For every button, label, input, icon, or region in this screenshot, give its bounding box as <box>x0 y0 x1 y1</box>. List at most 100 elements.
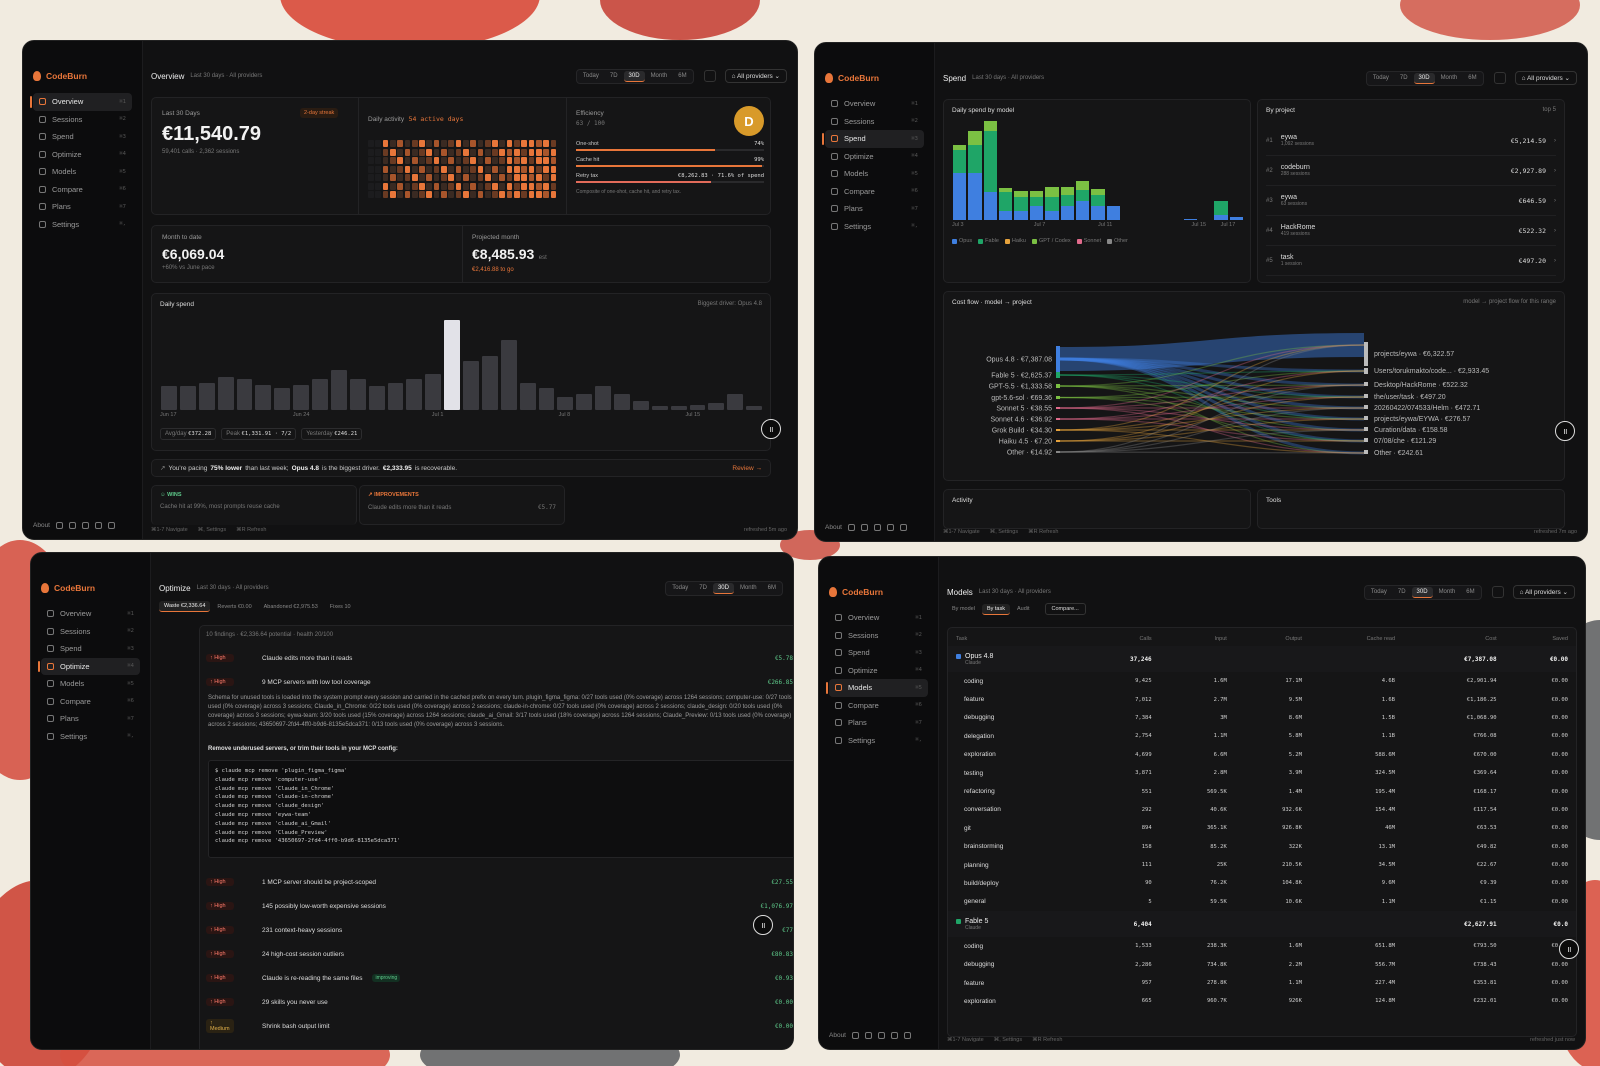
sidebar-item-settings[interactable]: Settings ⌘, <box>33 216 132 234</box>
stack-segment[interactable] <box>1214 201 1228 216</box>
flow-source-node[interactable] <box>1056 418 1060 420</box>
daily-bar[interactable] <box>727 393 744 410</box>
youtube-icon[interactable] <box>95 522 102 529</box>
finding-row[interactable]: ↑ High 29 skills you never use €0.00 <box>206 990 793 1014</box>
stack-segment[interactable] <box>968 144 982 173</box>
flow-target-node[interactable] <box>1364 416 1368 420</box>
finding-row[interactable]: ↑ Medium Shrink bash output limit €0.00 <box>206 1014 793 1038</box>
stack-segment[interactable] <box>999 210 1013 220</box>
stack-segment[interactable] <box>1029 190 1044 197</box>
calendar-icon[interactable] <box>1493 72 1506 84</box>
sidebar-item-sessions[interactable]: Sessions ⌘2 <box>41 623 140 641</box>
brand[interactable]: CodeBurn <box>829 587 928 597</box>
flow-source-node[interactable] <box>1056 372 1060 378</box>
sidebar-item-compare[interactable]: Compare ⌘6 <box>41 693 140 711</box>
about-link[interactable]: About <box>33 522 50 529</box>
sidebar-item-optimize[interactable]: Optimize ⌘4 <box>825 148 924 166</box>
flow-target-node[interactable] <box>1364 405 1368 409</box>
flow-source-node[interactable] <box>1056 407 1060 409</box>
model-group-row[interactable]: Opus 4.8 Claude 37,246 €7,387.08 €0.00 <box>948 646 1576 672</box>
flow-target-node[interactable] <box>1364 382 1368 386</box>
daily-bar[interactable] <box>179 385 196 410</box>
sidebar-item-sessions[interactable]: Sessions ⌘2 <box>829 627 928 645</box>
stack-segment[interactable] <box>1014 190 1028 197</box>
table-row[interactable]: build/deploy 90 76.2K 104.8K 9.6M €9.39 €0.00 <box>948 874 1576 892</box>
discord-icon[interactable] <box>865 1032 872 1039</box>
stack-segment[interactable] <box>1229 217 1243 220</box>
stack-segment[interactable] <box>1045 210 1059 220</box>
sidebar-item-spend[interactable]: Spend ⌘3 <box>829 644 928 662</box>
sidebar-item-optimize[interactable]: Optimize ⌘4 <box>829 662 928 680</box>
finding-row[interactable]: ↑ High 1 MCP server should be project-sco… <box>206 870 793 894</box>
optimize-tab[interactable]: Waste €2,336.64 <box>159 601 211 612</box>
github-icon[interactable] <box>848 524 855 531</box>
table-row[interactable]: coding 9,425 1.6M 17.1M 4.6B €2,901.94 €0.00 <box>948 672 1576 690</box>
linkedin-icon[interactable] <box>900 524 907 531</box>
stack-segment[interactable] <box>1091 194 1105 206</box>
youtube-icon[interactable] <box>887 524 894 531</box>
media-control-button[interactable]: ॥ <box>761 419 781 439</box>
sidebar-item-sessions[interactable]: Sessions ⌘2 <box>825 113 924 131</box>
daily-bar[interactable] <box>387 383 404 410</box>
table-row[interactable]: git 894 365.1K 926.8K 46M €63.53 €0.00 <box>948 819 1576 837</box>
range-month[interactable]: Month <box>1434 587 1461 598</box>
stack-segment[interactable] <box>1091 205 1105 220</box>
sidebar-item-models[interactable]: Models ⌘5 <box>826 679 928 697</box>
table-row[interactable]: planning 111 25K 210.5K 34.5M €22.67 €0.00 <box>948 856 1576 874</box>
daily-bar[interactable] <box>595 385 611 410</box>
column-header[interactable]: Saved <box>1505 628 1576 646</box>
project-row[interactable]: #1 eywa 1,092 sessions €5,214.59 › <box>1266 126 1556 156</box>
daily-bar[interactable] <box>198 383 215 410</box>
models-tab[interactable]: By model <box>947 604 980 614</box>
sidebar-item-models[interactable]: Models ⌘5 <box>41 675 140 693</box>
table-row[interactable]: testing 3,871 2.8M 3.9M 324.5M €369.64 €0.00 <box>948 764 1576 782</box>
finding-row[interactable]: ↑ High 231 context-heavy sessions €77 <box>206 918 793 942</box>
sidebar-item-models[interactable]: Models ⌘5 <box>825 165 924 183</box>
sidebar-item-settings[interactable]: Settings ⌘, <box>825 218 924 236</box>
table-row[interactable]: conversation 292 40.6K 932.6K 154.4M €117.54 €… <box>948 801 1576 819</box>
range-today[interactable]: Today <box>578 71 604 82</box>
stack-segment[interactable] <box>1045 187 1059 197</box>
sidebar-item-plans[interactable]: Plans ⌘7 <box>825 200 924 218</box>
finding-row[interactable]: ↑ High Claude edits more than it reads €5.… <box>206 646 793 670</box>
range-7d[interactable]: 7D <box>1393 587 1411 598</box>
column-header[interactable]: Input <box>1160 628 1235 646</box>
daily-bar[interactable] <box>293 384 309 410</box>
discord-icon[interactable] <box>69 522 76 529</box>
provider-select[interactable]: ⌂ All providers ⌄ <box>724 69 787 83</box>
range-6m[interactable]: 6M <box>673 71 691 82</box>
table-row[interactable]: brainstorming 158 85.2K 322K 13.1M €49.82 €0.0… <box>948 838 1576 856</box>
range-7d[interactable]: 7D <box>694 583 712 594</box>
table-row[interactable]: refactoring 551 569.5K 1.4M 195.4M €168.17 €0.… <box>948 782 1576 800</box>
flow-target-node[interactable] <box>1364 427 1368 431</box>
sidebar-item-compare[interactable]: Compare ⌘6 <box>829 697 928 715</box>
range-30d[interactable]: 30D <box>1411 586 1433 598</box>
stack-segment[interactable] <box>1214 215 1228 220</box>
daily-bar[interactable] <box>349 378 366 410</box>
stack-segment[interactable] <box>1029 196 1044 206</box>
flow-target-node[interactable] <box>1364 342 1368 366</box>
column-header[interactable]: Task <box>948 628 1081 646</box>
daily-bar[interactable] <box>444 320 460 410</box>
about-link[interactable]: About <box>829 1032 846 1039</box>
models-tab[interactable]: By task <box>981 603 1010 615</box>
daily-bar[interactable] <box>500 339 517 410</box>
sidebar-item-plans[interactable]: Plans ⌘7 <box>41 710 140 728</box>
sidebar-item-plans[interactable]: Plans ⌘7 <box>33 198 132 216</box>
table-row[interactable]: exploration 4,699 6.6M 5.2M 588.6M €670.00 €0.… <box>948 746 1576 764</box>
stack-segment[interactable] <box>1075 201 1090 220</box>
daily-bar[interactable] <box>632 401 649 410</box>
daily-bar[interactable] <box>161 385 177 410</box>
daily-bar[interactable] <box>689 404 706 410</box>
github-icon[interactable] <box>852 1032 859 1039</box>
daily-bar[interactable] <box>368 385 385 410</box>
sidebar-item-optimize[interactable]: Optimize ⌘4 <box>38 657 140 675</box>
range-6m[interactable]: 6M <box>1461 587 1479 598</box>
youtube-icon[interactable] <box>891 1032 898 1039</box>
finding-row[interactable]: ↑ High 24 high-cost session outliers €80.8… <box>206 942 793 966</box>
sidebar-item-compare[interactable]: Compare ⌘6 <box>33 181 132 199</box>
provider-select[interactable]: ⌂ All providers ⌄ <box>1514 71 1577 85</box>
stack-segment[interactable] <box>1183 219 1197 220</box>
flow-source-node[interactable] <box>1056 396 1060 399</box>
brand[interactable]: CodeBurn <box>41 583 140 593</box>
